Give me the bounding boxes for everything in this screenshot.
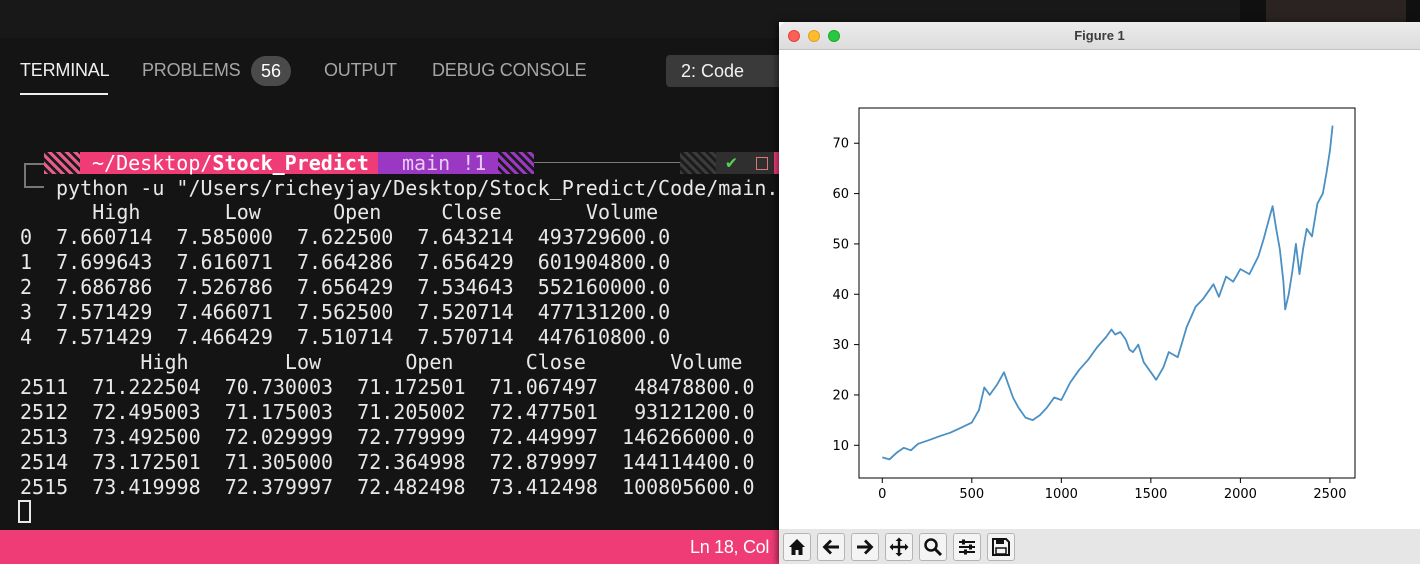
y-tick-label: 20 [832,388,849,403]
x-tick-label: 1500 [1134,487,1167,502]
figure-toolbar [779,529,1420,564]
table-row: 2513 73.492500 72.029999 72.779999 72.44… [20,425,755,449]
configure-button[interactable] [953,533,981,561]
panel-tabs: TERMINAL PROBLEMS 56 OUTPUT DEBUG CONSOL… [0,38,786,102]
tab-terminal[interactable]: TERMINAL [20,58,110,82]
prompt-git-segment: main !1 [378,151,501,175]
y-tick-label: 30 [832,338,849,353]
y-tick-label: 10 [832,439,849,454]
save-icon [992,538,1010,556]
prompt-filler-rule [534,162,680,163]
tab-debug-console[interactable]: DEBUG CONSOLE [432,58,587,82]
zoom-icon [924,538,943,557]
tab-problems[interactable]: PROBLEMS [142,58,241,82]
prompt-decoration [44,152,80,174]
table-row: 4 7.571429 7.466429 7.510714 7.570714 44… [20,325,671,349]
y-tick-label: 60 [832,187,849,202]
table-row: 2 7.686786 7.526786 7.656429 7.534643 55… [20,275,671,299]
y-tick-label: 40 [832,288,849,303]
git-branch: main !1 [402,151,487,175]
table-row: 1 7.699643 7.616071 7.664286 7.656429 60… [20,250,671,274]
prompt-decoration-right [680,152,716,174]
configure-icon [959,539,975,555]
figure-title: Figure 1 [1074,28,1125,43]
table-row: 0 7.660714 7.585000 7.622500 7.643214 49… [20,225,671,249]
terminal-cursor [18,500,31,523]
active-tab-indicator [20,93,108,95]
terminal-output[interactable]: ~/Desktop/Stock_Predict main !1 ✔ python… [0,150,791,532]
head-header-row: High Low Open Close Volume [20,200,659,224]
box-icon [756,157,768,170]
plot-frame [858,107,1356,479]
table-row: 2514 73.172501 71.305000 72.364998 72.87… [20,450,755,474]
pan-button[interactable] [885,533,913,561]
x-tick-label: 2000 [1224,487,1257,502]
forward-button[interactable] [851,533,879,561]
save-button[interactable] [987,533,1015,561]
prompt-path-segment: ~/Desktop/Stock_Predict [80,152,381,174]
zoom-button[interactable] [919,533,947,561]
prompt-corner-bottom [24,176,44,188]
pan-icon [889,537,909,557]
table-row: 2515 73.419998 72.379997 72.482498 73.41… [20,475,755,499]
x-tick-label: 500 [959,487,984,502]
command-line: python -u "/Users/richeyjay/Desktop/Stoc… [56,176,791,200]
terminal-select-dropdown[interactable]: 2: Code [666,55,786,87]
problems-count-badge: 56 [251,56,291,86]
back-icon [822,539,839,555]
figure-canvas[interactable]: 0 500 1000 1500 2000 2500 10 20 30 40 50 60 70 [779,50,1420,530]
x-tick-label: 1000 [1045,487,1078,502]
y-tick-label: 50 [832,237,849,252]
figure-titlebar[interactable]: Figure 1 [779,22,1420,50]
tab-output[interactable]: OUTPUT [324,58,397,82]
check-icon: ✔ [726,152,737,173]
forward-icon [857,539,874,555]
table-row: 3 7.571429 7.466071 7.562500 7.520714 47… [20,300,671,324]
table-row: 2512 72.495003 71.175003 71.205002 72.47… [20,400,755,424]
home-button[interactable] [783,533,811,561]
back-button[interactable] [817,533,845,561]
cursor-position[interactable]: Ln 18, Col [690,530,769,564]
line-chart: 0 500 1000 1500 2000 2500 10 20 30 40 50 60 70 [832,107,1356,502]
prompt-status-segment: ✔ [716,152,774,174]
tail-header-row: High Low Open Close Volume [20,350,743,374]
figure-window: Figure 1 0 500 1000 1500 2000 2500 10 20 30 40 50 6… [779,22,1420,564]
prompt-decoration-git [498,152,534,174]
home-icon [789,539,805,555]
background-window-thumbnail [1266,0,1406,22]
x-tick-label: 2500 [1313,487,1346,502]
prompt-path-bold: Stock_Predict [212,151,369,175]
prompt-path-prefix: ~/Desktop/ [92,151,213,175]
x-tick-label: 0 [878,487,886,502]
table-row: 2511 71.222504 70.730003 71.172501 71.06… [20,375,755,399]
prompt-corner-top [24,163,46,177]
y-tick-label: 70 [832,137,849,152]
